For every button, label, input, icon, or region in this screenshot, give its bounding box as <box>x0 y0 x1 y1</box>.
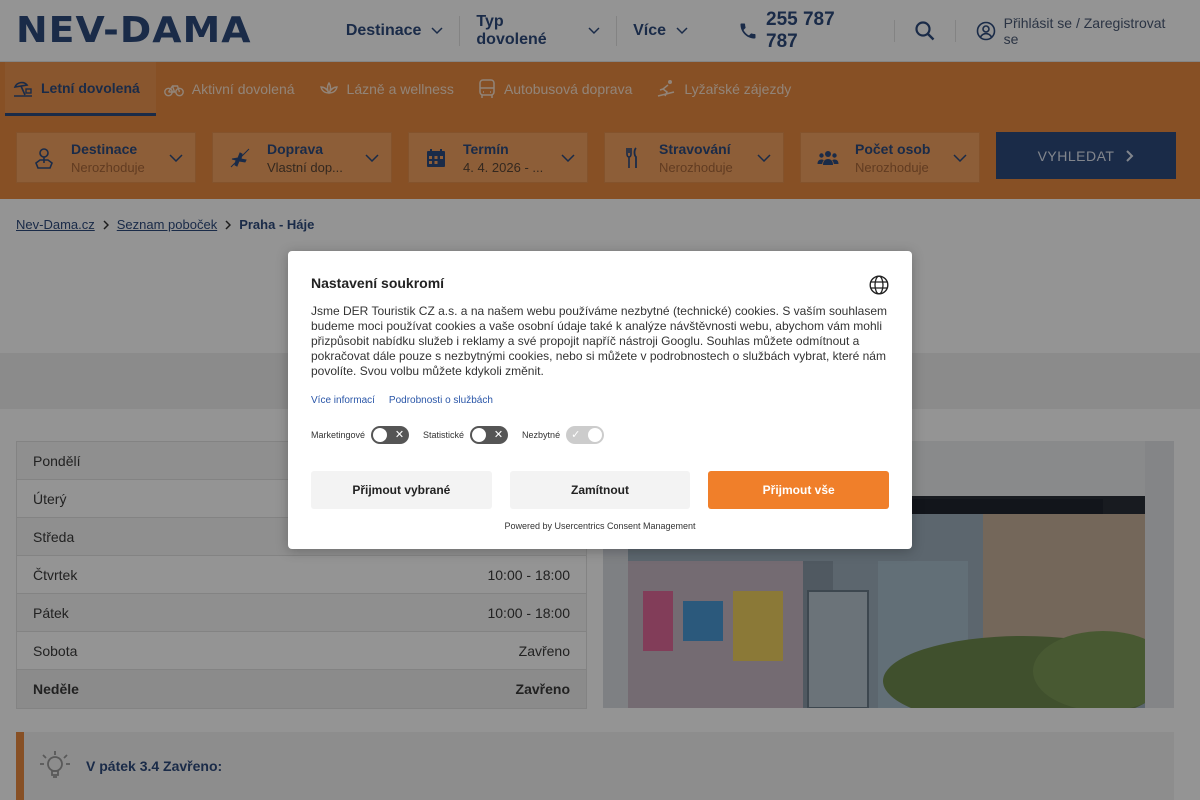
toggle-marketing: Marketingové ✕ <box>311 426 410 444</box>
toggle-marketing-label: Marketingové <box>311 430 366 440</box>
toggle-statistics-switch[interactable]: ✕ <box>470 426 509 444</box>
privacy-settings-modal: Nastavení soukromí Jsme DER Touristik CZ… <box>288 251 912 549</box>
modal-title: Nastavení soukromí <box>311 275 445 291</box>
accept-all-button[interactable]: Přijmout vše <box>708 471 890 509</box>
more-info-link[interactable]: Více informací <box>311 395 375 406</box>
reject-button[interactable]: Zamítnout <box>509 471 691 509</box>
toggle-necessary-label: Nezbytné <box>522 430 561 440</box>
toggle-statistics: Statistické ✕ <box>423 426 509 444</box>
service-details-link[interactable]: Podrobnosti o službách <box>389 395 493 406</box>
toggle-statistics-label: Statistické <box>423 430 465 440</box>
accept-selected-button[interactable]: Přijmout vybrané <box>311 471 492 509</box>
consent-toggles: Marketingové ✕ Statistické ✕ Nezbytné ✓ <box>311 426 889 444</box>
x-icon: ✕ <box>493 429 504 441</box>
toggle-necessary: Nezbytné ✓ <box>522 426 605 444</box>
consent-links: Více informací Podrobnosti o službách <box>311 395 889 406</box>
toggle-necessary-switch: ✓ <box>566 426 605 444</box>
powered-by-text: Powered by Usercentrics Consent Manageme… <box>504 521 696 531</box>
toggle-marketing-switch[interactable]: ✕ <box>371 426 410 444</box>
x-icon: ✕ <box>394 429 405 441</box>
consent-buttons: Přijmout vybrané Zamítnout Přijmout vše <box>311 471 890 509</box>
globe-icon <box>869 275 889 295</box>
check-icon: ✓ <box>571 429 581 441</box>
language-button[interactable] <box>869 275 889 300</box>
consent-description: Jsme DER Touristik CZ a.s. a na našem we… <box>311 304 888 378</box>
